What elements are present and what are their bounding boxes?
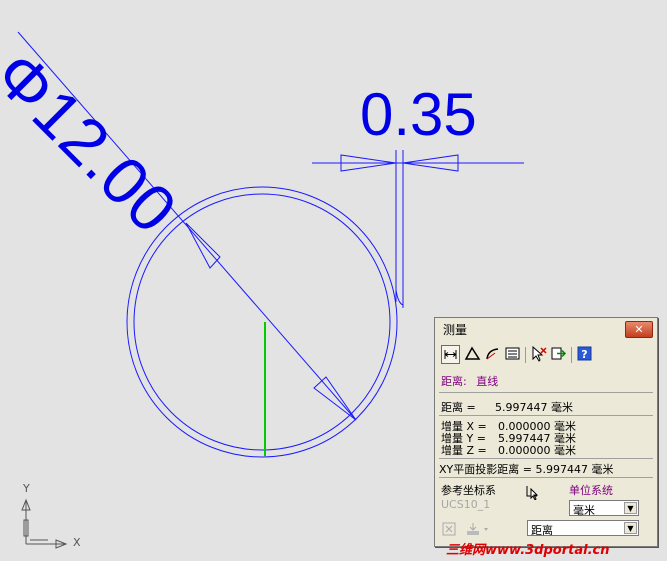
chevron-down-icon[interactable]: ▼ bbox=[624, 522, 637, 534]
panel-title: 测量 bbox=[443, 323, 468, 337]
svg-text:?: ? bbox=[581, 348, 587, 361]
outer-circle bbox=[126, 186, 398, 458]
watermark: 三维网www.3dportal.cn bbox=[446, 543, 610, 558]
diameter-arrow-lower bbox=[313, 376, 357, 421]
radius-tool-icon[interactable] bbox=[483, 345, 502, 364]
close-button[interactable]: ✕ bbox=[625, 321, 653, 338]
diameter-arrow-upper bbox=[185, 222, 221, 269]
measure-type-value: 距离 bbox=[531, 524, 553, 537]
ucs-x-label: X bbox=[73, 536, 81, 549]
ref-coord-value: UCS10_1 bbox=[441, 498, 491, 511]
export-icon[interactable] bbox=[549, 345, 568, 364]
mode-label: 距离: bbox=[441, 375, 467, 388]
angle-tool-icon[interactable] bbox=[463, 345, 482, 364]
panel-titlebar[interactable]: 测量 ✕ bbox=[435, 318, 657, 340]
gap-dimension-text[interactable]: 0.35 bbox=[360, 80, 477, 149]
apply-disabled-icon bbox=[441, 521, 457, 540]
xy-projection-distance: XY平面投影距离 = 5.997447 毫米 bbox=[439, 463, 614, 476]
ucs-y-label: Y bbox=[23, 482, 30, 495]
distance-tool-icon[interactable] bbox=[441, 345, 460, 364]
measure-toolbar: ? bbox=[441, 345, 651, 365]
clear-selection-icon[interactable] bbox=[529, 345, 548, 364]
unit-system-label: 单位系统 bbox=[569, 484, 613, 497]
distance-label: 距离 = bbox=[441, 401, 476, 414]
measure-panel: 测量 ✕ ? 距离: 直线 距离 = 5.997447 毫米 增量 X = 0.… bbox=[434, 317, 658, 547]
delta-z-value: 0.000000 毫米 bbox=[498, 444, 576, 457]
import-disabled-icon bbox=[465, 521, 491, 540]
pick-coord-icon[interactable] bbox=[525, 484, 545, 503]
properties-tool-icon[interactable] bbox=[503, 345, 522, 364]
ref-coord-label: 参考坐标系 bbox=[441, 484, 496, 497]
ucs-icon bbox=[21, 498, 68, 549]
delta-z-label: 增量 Z = bbox=[441, 444, 487, 457]
help-icon[interactable]: ? bbox=[575, 345, 594, 364]
mode-value: 直线 bbox=[476, 375, 499, 388]
unit-select-value: 毫米 bbox=[573, 504, 595, 517]
chevron-down-icon[interactable]: ▼ bbox=[624, 502, 637, 514]
measure-type-select[interactable]: 距离 ▼ bbox=[527, 520, 639, 537]
distance-value: 5.997447 毫米 bbox=[495, 401, 573, 414]
inner-circle bbox=[133, 193, 391, 451]
unit-select[interactable]: 毫米 ▼ bbox=[569, 500, 639, 517]
mode-row: 距离: 直线 bbox=[441, 373, 498, 389]
